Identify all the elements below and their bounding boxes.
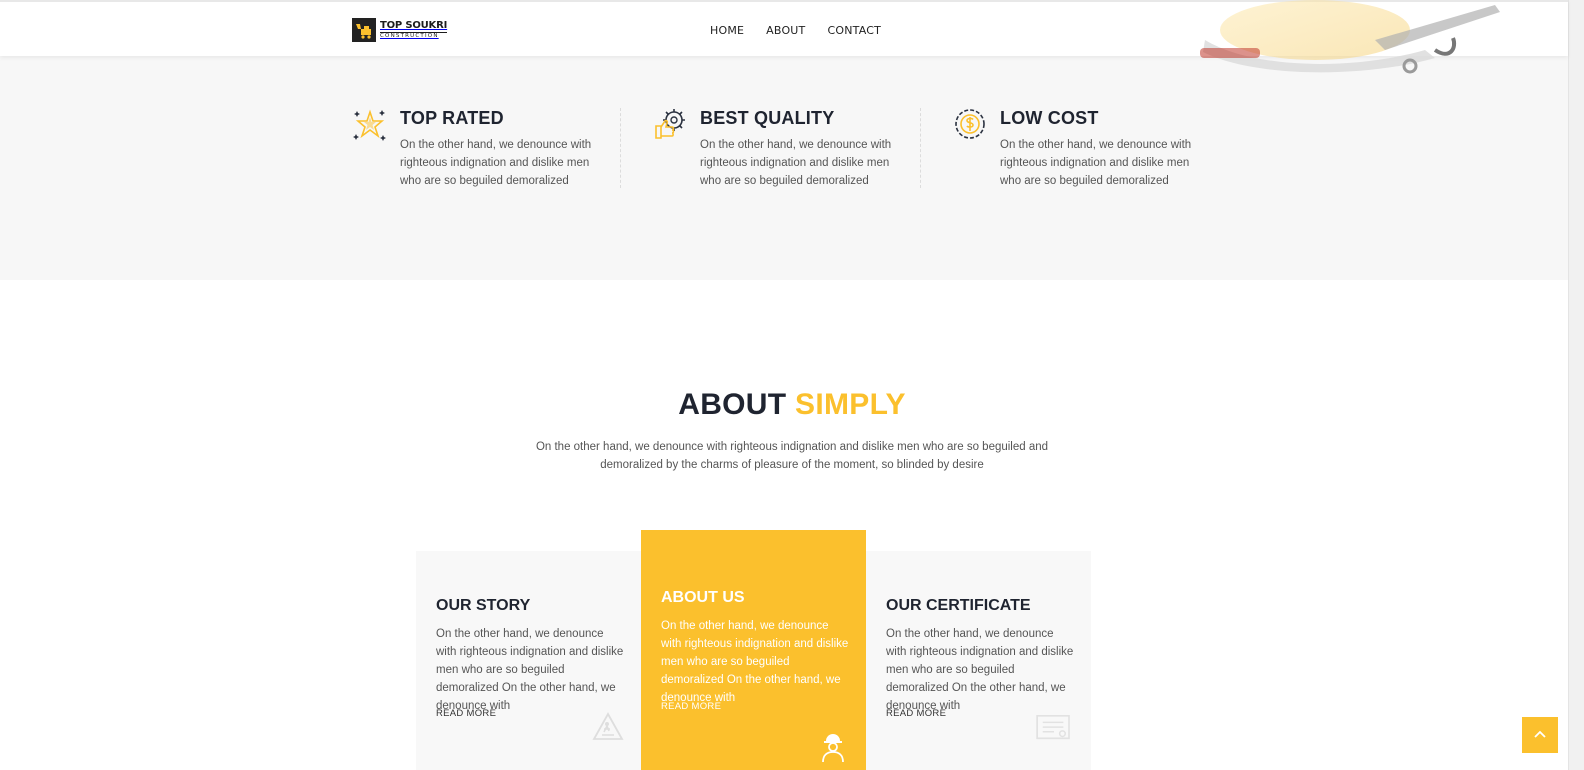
main-nav: HOME ABOUT CONTACT xyxy=(710,24,881,37)
feature-text: On the other hand, we denounce with righ… xyxy=(700,139,892,187)
simply-watermark: SIMPLY xyxy=(171,395,188,770)
about-description: On the other hand, we denounce with righ… xyxy=(535,441,1049,471)
nav-contact[interactable]: CONTACT xyxy=(827,24,881,37)
card-text: On the other hand, we denounce with righ… xyxy=(661,620,849,704)
card-text: On the other hand, we denounce with righ… xyxy=(436,628,624,712)
card-title: OUR STORY xyxy=(436,597,531,614)
card-title: ABOUT US xyxy=(661,589,745,606)
feature-text: On the other hand, we denounce with righ… xyxy=(400,139,592,187)
gear-thumbs-up-icon xyxy=(655,109,685,139)
nav-home[interactable]: HOME xyxy=(710,24,744,37)
feature-title: BEST QUALITY xyxy=(700,108,835,128)
feature-low-cost: LOW COST On the other hand, we denounce … xyxy=(952,106,1252,188)
dollar-coin-icon xyxy=(955,109,985,139)
construction-tools-image xyxy=(1200,0,1500,74)
features-band: TOP RATED On the other hand, we denounce… xyxy=(0,56,1568,280)
logo[interactable]: TOP SOUKRI CONSTRUCTION xyxy=(352,18,447,42)
card-our-story: OUR STORY On the other hand, we denounce… xyxy=(416,551,641,770)
read-more-link[interactable]: READ MORE xyxy=(436,708,496,719)
back-to-top-button[interactable] xyxy=(1522,717,1558,753)
read-more-link[interactable]: READ MORE xyxy=(886,708,946,719)
excavator-logo-icon xyxy=(352,18,376,42)
construction-sign-icon xyxy=(592,712,624,740)
card-title: OUR CERTIFICATE xyxy=(886,597,1031,614)
chevron-up-icon xyxy=(1534,730,1546,738)
worker-icon xyxy=(822,734,844,762)
card-about-us: ABOUT US On the other hand, we denounce … xyxy=(641,530,866,770)
brand-tagline: CONSTRUCTION xyxy=(380,31,448,40)
card-text: On the other hand, we denounce with righ… xyxy=(886,628,1074,712)
star-icon xyxy=(353,109,386,141)
feature-top-rated: TOP RATED On the other hand, we denounce… xyxy=(352,106,652,188)
nav-about[interactable]: ABOUT xyxy=(766,24,805,37)
feature-title: TOP RATED xyxy=(400,108,504,128)
about-title-main: ABOUT xyxy=(678,388,787,421)
brand-name: TOP SOUKRI xyxy=(380,19,448,31)
about-title: ABOUT SIMPLY xyxy=(0,388,1584,422)
certificate-icon xyxy=(1036,714,1070,740)
feature-text: On the other hand, we denounce with righ… xyxy=(1000,139,1192,187)
feature-best-quality: BEST QUALITY On the other hand, we denou… xyxy=(652,106,952,188)
about-title-accent: SIMPLY xyxy=(795,388,906,421)
feature-title: LOW COST xyxy=(1000,108,1099,128)
page-scrollbar[interactable] xyxy=(1568,0,1584,770)
read-more-link[interactable]: READ MORE xyxy=(661,701,721,712)
card-our-certificate: OUR CERTIFICATE On the other hand, we de… xyxy=(866,551,1091,770)
divider xyxy=(620,108,621,188)
divider xyxy=(920,108,921,188)
